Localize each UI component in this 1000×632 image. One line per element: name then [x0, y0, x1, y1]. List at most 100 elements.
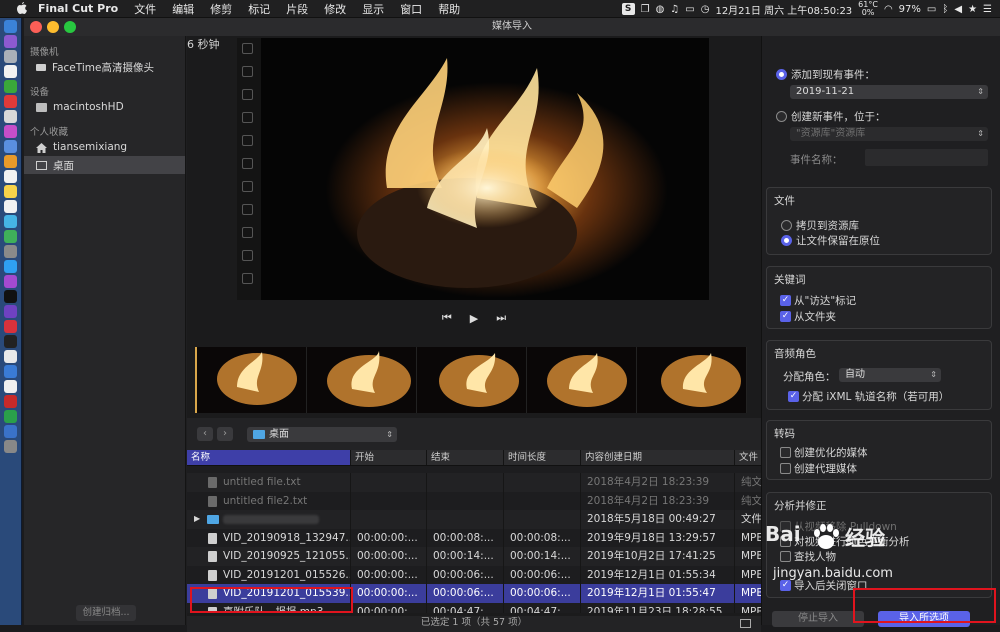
wifi-icon[interactable]: ◠ — [884, 4, 893, 15]
photos-icon[interactable] — [4, 155, 17, 168]
xcode-icon[interactable] — [4, 365, 17, 378]
leave-in-place-radio[interactable]: 让文件保留在原位 — [781, 233, 880, 248]
disclosure-icon[interactable]: ▶ — [194, 510, 200, 529]
table-row[interactable]: VID_20190918_132947.... 00:00:00:... 00:00… — [187, 528, 761, 547]
sidebar-item-desktop[interactable]: 桌面 — [24, 156, 185, 174]
folder-icon[interactable] — [4, 425, 17, 438]
menu-mark[interactable]: 标记 — [248, 1, 270, 17]
copy-icon[interactable]: ❐ — [641, 4, 650, 15]
finder-icon[interactable] — [4, 20, 17, 33]
wechat-icon[interactable] — [4, 80, 17, 93]
display-icon[interactable]: ▭ — [685, 4, 694, 15]
s-app-icon[interactable]: S — [621, 3, 635, 15]
previous-icon[interactable]: ⏮ — [442, 311, 452, 325]
create-archive-button[interactable]: 创建归档... — [76, 605, 136, 621]
dingtalk-icon[interactable] — [4, 260, 17, 273]
menu-list-icon[interactable]: ☰ — [983, 4, 992, 15]
filmstrip-view-icon[interactable] — [740, 619, 751, 628]
battery-icon[interactable]: ▭ — [927, 4, 936, 15]
chrome-icon[interactable] — [4, 95, 17, 108]
library-popup[interactable]: "资源库"资源库 ⇕ — [790, 127, 988, 141]
col-duration[interactable]: 时间长度 — [504, 450, 581, 465]
messages-icon[interactable] — [4, 230, 17, 243]
mail-icon[interactable] — [4, 110, 17, 123]
table-row[interactable]: untitled file.txt 2018年4月2日 18:23:39 纯文 — [187, 473, 761, 492]
menu-file[interactable]: 文件 — [134, 1, 156, 17]
event-name-field[interactable] — [865, 149, 988, 166]
reminders-icon[interactable] — [4, 200, 17, 213]
volume-icon[interactable]: ◀ — [954, 4, 962, 15]
fcp-icon[interactable] — [4, 305, 17, 318]
menu-edit[interactable]: 编辑 — [172, 1, 194, 17]
battery-pct[interactable]: 97% — [899, 4, 921, 15]
textedit-icon[interactable] — [4, 350, 17, 363]
color-balance-checkbox[interactable]: 对视频进行颜色平衡分析 — [780, 534, 910, 549]
add-existing-radio[interactable]: 添加到现有事件： — [776, 67, 875, 82]
from-folders-checkbox[interactable]: ✓ 从文件夹 — [780, 309, 836, 324]
sidebar-item-macintoshhd[interactable]: macintoshHD — [24, 98, 185, 116]
datetime[interactable]: 12月21日 周六 上午08:50:23 — [715, 2, 852, 17]
minimize-button[interactable] — [47, 21, 59, 33]
from-finder-checkbox[interactable]: ✓ 从"访达"标记 — [780, 293, 856, 308]
clock-icon[interactable]: ◷ — [701, 4, 710, 15]
copy-library-radio[interactable]: 拷贝到资源库 — [781, 218, 859, 233]
bluetooth-icon[interactable]: ᛒ — [942, 4, 948, 15]
trash-icon[interactable] — [4, 440, 17, 453]
play-icon[interactable]: ▶ — [470, 312, 478, 325]
menu-trim[interactable]: 修剪 — [210, 1, 232, 17]
optimized-media-checkbox[interactable]: 创建优化的媒体 — [780, 445, 868, 460]
zoom-button[interactable] — [64, 21, 76, 33]
folder-popup[interactable]: 桌面 ⇕ — [247, 427, 397, 442]
itunes-icon[interactable] — [4, 125, 17, 138]
vivaldi-icon[interactable] — [4, 320, 17, 333]
col-start[interactable]: 开始 — [351, 450, 427, 465]
notes-icon[interactable] — [4, 185, 17, 198]
appstore-icon[interactable] — [4, 140, 17, 153]
new-event-radio[interactable]: 创建新事件，位于： — [776, 109, 886, 124]
col-type[interactable]: 文件 — [735, 450, 761, 465]
sidebar-item-home[interactable]: tiansemixiang — [24, 138, 185, 156]
menu-app[interactable]: Final Cut Pro — [38, 2, 118, 15]
qq-icon[interactable] — [4, 215, 17, 228]
col-created[interactable]: 内容创建日期 — [581, 450, 735, 465]
table-row[interactable]: untitled file2.txt 2018年4月2日 18:23:39 纯文 — [187, 491, 761, 510]
preferences-icon[interactable] — [4, 245, 17, 258]
launchpad-icon[interactable] — [4, 50, 17, 63]
netease-icon[interactable] — [4, 395, 17, 408]
back-button[interactable]: ‹ — [197, 427, 213, 441]
next-icon[interactable]: ⏭ — [496, 311, 506, 325]
menu-window[interactable]: 窗口 — [400, 1, 422, 17]
menu-help[interactable]: 帮助 — [438, 1, 460, 17]
existing-event-popup[interactable]: 2019-11-21 ⇕ — [790, 85, 988, 99]
video-viewer[interactable] — [237, 38, 709, 300]
col-name[interactable]: 名称 — [187, 450, 351, 465]
find-people-checkbox[interactable]: 查找人物 — [780, 549, 836, 564]
music-icon[interactable]: ♫ — [670, 4, 679, 15]
table-row[interactable]: VID_20191201_015526.... 00:00:00:... 00:00… — [187, 565, 761, 584]
apple-icon[interactable] — [14, 1, 28, 16]
terminal-icon[interactable] — [4, 335, 17, 348]
table-row[interactable]: ▶ 2018年5月18日 00:49:27 文件 — [187, 510, 761, 529]
wechat2-icon[interactable] — [4, 410, 17, 423]
col-end[interactable]: 结束 — [427, 450, 504, 465]
menu-view[interactable]: 显示 — [362, 1, 384, 17]
forward-button[interactable]: › — [217, 427, 233, 441]
clip-filmstrip[interactable] — [195, 347, 747, 413]
calendar-icon[interactable] — [4, 170, 17, 183]
pulldown-checkbox[interactable]: 从视频移除 Pulldown — [780, 519, 897, 534]
podcasts-icon[interactable] — [4, 275, 17, 288]
tag-icon[interactable]: ◍ — [656, 4, 665, 15]
star-icon[interactable]: ★ — [968, 4, 977, 15]
table-row[interactable]: VID_20190925_121055.... 00:00:00:... 00:00… — [187, 547, 761, 566]
assign-role-popup[interactable]: 自动 ⇕ — [839, 368, 941, 382]
proxy-media-checkbox[interactable]: 创建代理媒体 — [780, 461, 857, 476]
cpu-monitor[interactable]: 61°C 0% — [858, 1, 878, 17]
sidebar-item-facetime[interactable]: FaceTime高清摄像头 — [24, 58, 185, 76]
menu-clip[interactable]: 片段 — [286, 1, 308, 17]
safari-icon[interactable] — [4, 65, 17, 78]
appletv-icon[interactable] — [4, 290, 17, 303]
close-button[interactable] — [30, 21, 42, 33]
assign-ixml-checkbox[interactable]: ✓ 分配 iXML 轨道名称（若可用） — [788, 389, 949, 404]
menu-modify[interactable]: 修改 — [324, 1, 346, 17]
siri-icon[interactable] — [4, 35, 17, 48]
